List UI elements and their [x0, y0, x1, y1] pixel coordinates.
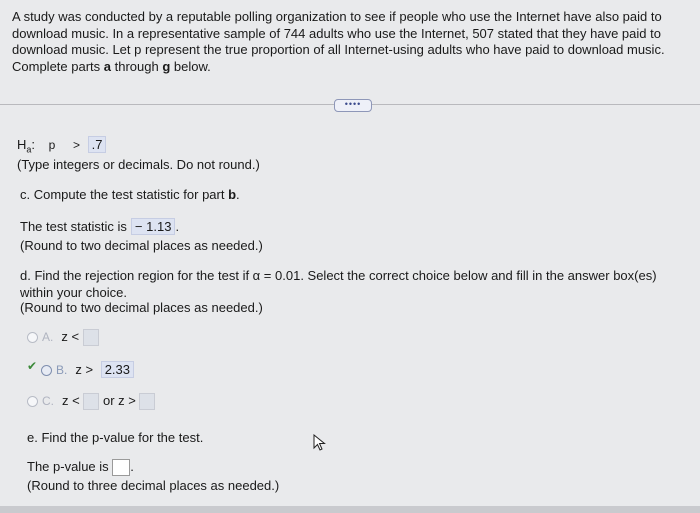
part-e-round-note: (Round to three decimal places as needed… [27, 478, 280, 493]
part-c-round-note: (Round to two decimal places as needed.) [20, 238, 263, 253]
choice-b-expression: z > [75, 362, 94, 377]
choice-c-radio[interactable] [27, 396, 38, 408]
part-e-prompt: e. Find the p-value for the test. [27, 430, 204, 445]
choice-c-expression-upper: or z > [102, 393, 136, 408]
intro-bold-a: a [103, 58, 111, 74]
intro-end: below. [170, 58, 211, 74]
choice-c-upper-box[interactable] [139, 393, 156, 411]
ha-operator: > [72, 138, 80, 152]
question-page: A study was conducted by a reputable pol… [0, 0, 700, 513]
expand-more-button[interactable]: •••• [334, 99, 372, 112]
bottom-scroll-bar[interactable] [0, 506, 700, 513]
choice-b-answer[interactable]: 2.33 [100, 361, 134, 378]
type-note: (Type integers or decimals. Do not round… [17, 157, 260, 172]
choice-a-expression: z < [61, 329, 80, 344]
ha-parameter: p [48, 138, 56, 152]
choice-a-answer-box[interactable] [82, 329, 99, 347]
problem-statement: A study was conducted by a reputable pol… [12, 9, 692, 75]
correct-check-icon: ✔ [27, 359, 38, 373]
choice-c[interactable]: C. z < or z > [27, 393, 156, 411]
p-value-label: The p-value is [27, 459, 109, 474]
ha-value-answer[interactable]: .7 [87, 136, 107, 153]
intro-through: through [111, 58, 163, 74]
choice-b[interactable]: ✔ B. z > 2.33 [27, 359, 134, 378]
choice-a-radio[interactable] [27, 332, 38, 344]
choice-a-letter: A. [42, 330, 54, 344]
part-d-prompt: d. Find the rejection region for the tes… [20, 268, 657, 283]
mouse-pointer-icon [313, 434, 326, 451]
ha-colon: : [31, 137, 36, 152]
test-statistic-line: The test statistic is − 1.13. [20, 218, 179, 235]
part-c-prompt-end: . [236, 187, 240, 202]
part-c-prompt-text: c. Compute the test statistic for part [20, 187, 229, 202]
test-statistic-label: The test statistic is [20, 219, 127, 234]
choice-a[interactable]: A. z < [27, 329, 99, 347]
choice-b-radio[interactable] [41, 365, 52, 377]
p-value-line: The p-value is . [27, 459, 134, 477]
part-d-round-note: (Round to two decimal places as needed.) [20, 300, 263, 315]
test-statistic-period: . [175, 219, 180, 234]
part-c-prompt-bold: b [228, 187, 237, 202]
test-statistic-answer[interactable]: − 1.13 [130, 218, 176, 235]
ha-symbol: H [17, 137, 27, 152]
alternative-hypothesis: Ha: p > .7 [17, 136, 107, 155]
p-value-period: . [130, 459, 134, 474]
part-d-prompt-line2: within your choice. [20, 285, 127, 300]
choice-c-letter: C. [42, 394, 54, 408]
part-c-prompt: c. Compute the test statistic for part b… [20, 187, 240, 202]
p-value-input[interactable] [112, 459, 131, 477]
choice-c-expression-lower: z < [62, 393, 80, 408]
choice-c-lower-box[interactable] [83, 393, 100, 411]
choice-b-letter: B. [56, 363, 68, 377]
